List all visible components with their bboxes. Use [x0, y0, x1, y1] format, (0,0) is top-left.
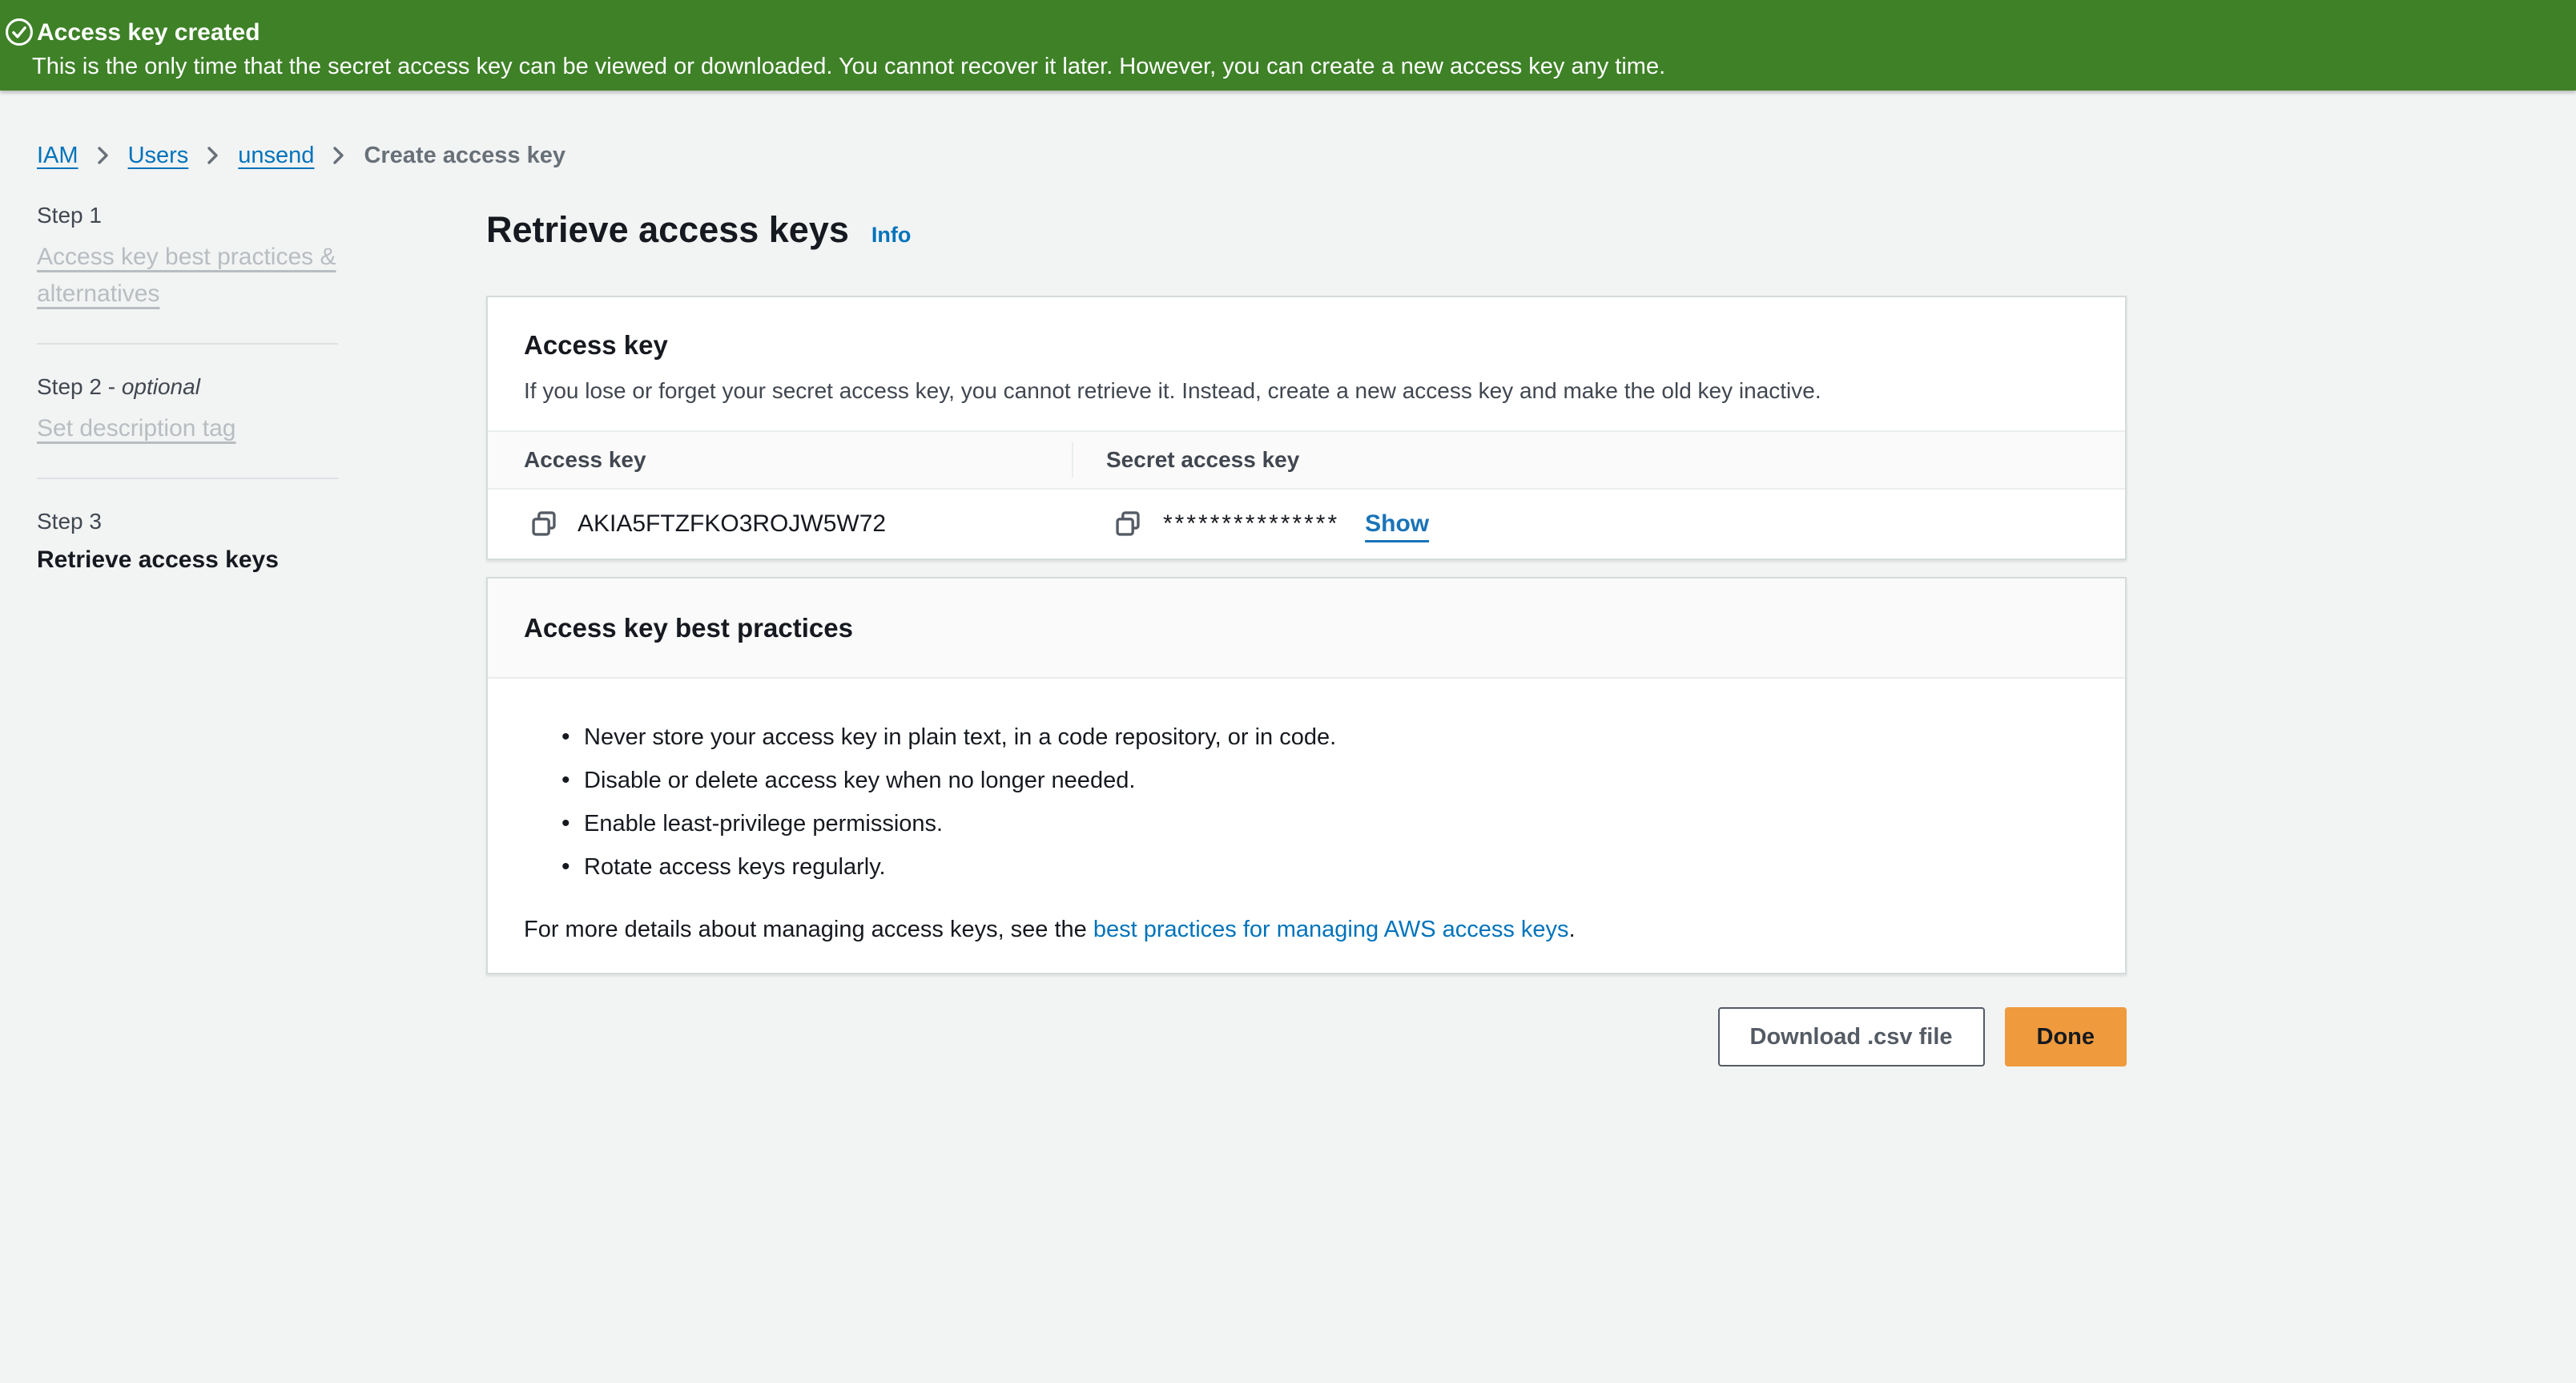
step-divider — [37, 478, 338, 479]
access-key-panel-header: Access key If you lose or forget your se… — [524, 328, 2089, 406]
best-practice-item: Rotate access keys regularly. — [560, 850, 2089, 884]
access-key-value: AKIA5FTZFKO3ROJW5W72 — [578, 510, 886, 538]
best-practices-list: Never store your access key in plain tex… — [560, 720, 2089, 884]
download-csv-button[interactable]: Download .csv file — [1718, 1007, 1985, 1066]
best-practices-title: Access key best practices — [524, 613, 853, 643]
info-link[interactable]: Info — [871, 223, 911, 248]
step-1-group: Step 1 Access key best practices & alter… — [37, 200, 338, 312]
step-3-current-label: Retrieve access keys — [37, 543, 338, 577]
access-key-panel-description: If you lose or forget your secret access… — [524, 376, 2089, 406]
breadcrumb: IAM Users unsend Create access key — [37, 139, 566, 171]
banner-message: This is the only time that the secret ac… — [32, 53, 1665, 80]
wizard-step-nav: Step 1 Access key best practices & alter… — [37, 200, 338, 577]
wizard-actions: Download .csv file Done — [486, 1007, 2127, 1066]
page-header: Retrieve access keys Info — [486, 205, 911, 255]
step-divider — [37, 343, 338, 345]
best-practice-item: Never store your access key in plain tex… — [560, 720, 2089, 754]
step-2-eyebrow: Step 2 - — [37, 374, 115, 399]
copy-icon[interactable] — [1113, 510, 1142, 538]
column-header-secret-label: Secret access key — [1106, 447, 1299, 473]
access-key-table-row: AKIA5FTZFKO3ROJW5W72 *************** Sho… — [488, 490, 2125, 558]
best-practice-item: Disable or delete access key when no lon… — [560, 764, 2089, 797]
breadcrumb-link-unsend[interactable]: unsend — [238, 139, 314, 171]
success-banner: Access key created This is the only time… — [0, 0, 2576, 91]
chevron-right-icon — [96, 144, 111, 167]
footer-text-suffix: . — [1569, 917, 1576, 942]
best-practices-header: Access key best practices — [488, 579, 2125, 679]
done-button[interactable]: Done — [2005, 1007, 2127, 1066]
secret-access-key-masked: *************** — [1163, 510, 1339, 538]
copy-icon[interactable] — [529, 510, 558, 538]
step-2-group: Step 2 - optional Set description tag — [37, 372, 338, 447]
access-key-panel-title: Access key — [524, 328, 2089, 363]
access-key-cell: AKIA5FTZFKO3ROJW5W72 — [488, 510, 1072, 538]
step-1-eyebrow: Step 1 — [37, 203, 102, 228]
best-practices-panel: Access key best practices Never store yo… — [486, 577, 2127, 974]
access-key-panel: Access key If you lose or forget your se… — [486, 296, 2127, 560]
step-1-link: Access key best practices & alternatives — [37, 239, 338, 312]
page-title: Retrieve access keys — [486, 205, 849, 255]
breadcrumb-link-users[interactable]: Users — [128, 139, 189, 171]
best-practice-item: Enable least-privilege permissions. — [560, 807, 2089, 841]
best-practices-doc-link[interactable]: best practices for managing AWS access k… — [1093, 917, 1569, 942]
step-2-link: Set description tag — [37, 410, 235, 447]
column-header-access-key: Access key — [488, 432, 1072, 488]
column-header-secret-access-key: Secret access key — [1072, 432, 2125, 488]
best-practices-body: Never store your access key in plain tex… — [488, 679, 2125, 946]
chevron-right-icon — [332, 144, 346, 167]
banner-title: Access key created — [37, 19, 260, 46]
breadcrumb-current: Create access key — [364, 139, 566, 171]
chevron-right-icon — [206, 144, 220, 167]
step-2-qualifier: optional — [122, 374, 200, 399]
secret-access-key-cell: *************** Show — [1072, 510, 2125, 538]
breadcrumb-link-iam[interactable]: IAM — [37, 139, 78, 171]
step-3-eyebrow: Step 3 — [37, 509, 102, 534]
check-circle-icon — [4, 17, 34, 47]
best-practices-footer: For more details about managing access k… — [524, 913, 2089, 946]
access-key-table-header: Access key Secret access key — [488, 430, 2125, 490]
show-secret-link[interactable]: Show — [1365, 510, 1429, 538]
step-3-group: Step 3 Retrieve access keys — [37, 506, 338, 577]
footer-text-prefix: For more details about managing access k… — [524, 917, 1093, 942]
